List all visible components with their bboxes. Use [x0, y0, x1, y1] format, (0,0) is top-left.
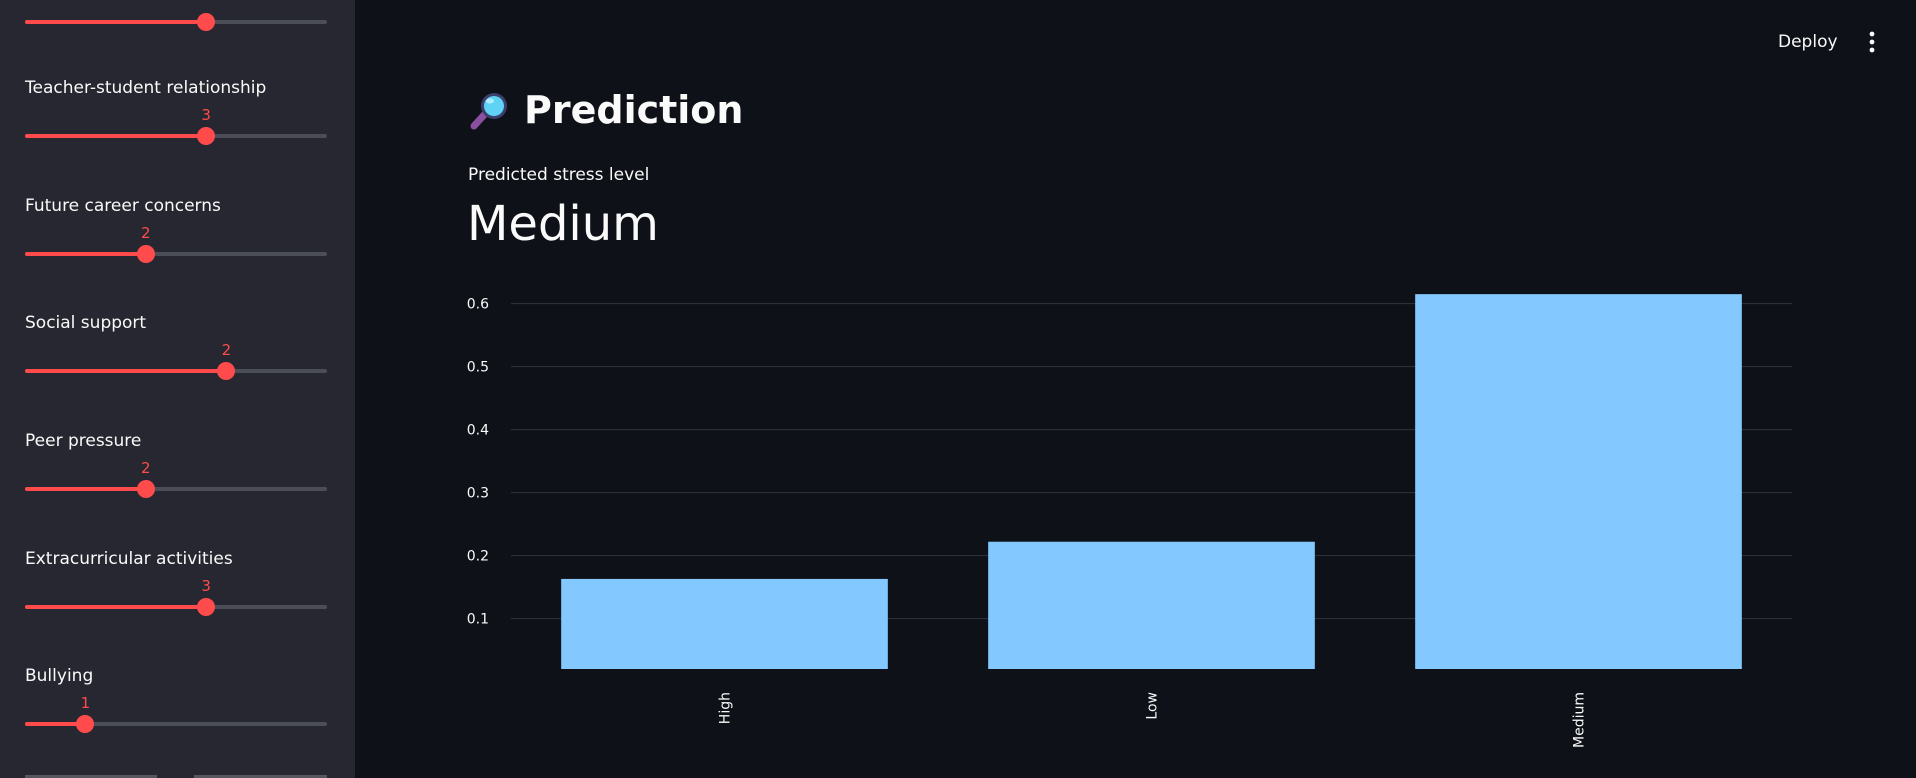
bar-chart: 0.1 0.2 0.3 0.4 0.5 0.6 High Low Medium [467, 294, 1792, 748]
chart-bar-low[interactable] [988, 541, 1315, 669]
chart-bar-high[interactable] [561, 578, 888, 669]
chart-y-tick-label: 0.2 [467, 549, 489, 565]
app-window: Teacher-student relationship 3 Future ca… [0, 0, 1916, 778]
chart-y-axis: 0.1 0.2 0.3 0.4 0.5 0.6 [467, 297, 489, 628]
chart-y-tick-label: 0.1 [467, 612, 489, 628]
chart-y-tick-label: 0.5 [467, 360, 489, 376]
chart-y-tick-label: 0.3 [467, 486, 489, 502]
chart-x-tick-label: Low [1145, 692, 1161, 720]
chart-x-axis: High Low Medium [718, 692, 1588, 748]
chart-y-tick-label: 0.4 [467, 423, 489, 439]
chart-y-tick-label: 0.6 [467, 297, 489, 313]
chart-bar-medium[interactable] [1415, 294, 1742, 669]
chart-x-tick-label: High [718, 692, 734, 724]
chart-x-tick-label: Medium [1572, 692, 1588, 748]
chart-bars [561, 294, 1742, 669]
